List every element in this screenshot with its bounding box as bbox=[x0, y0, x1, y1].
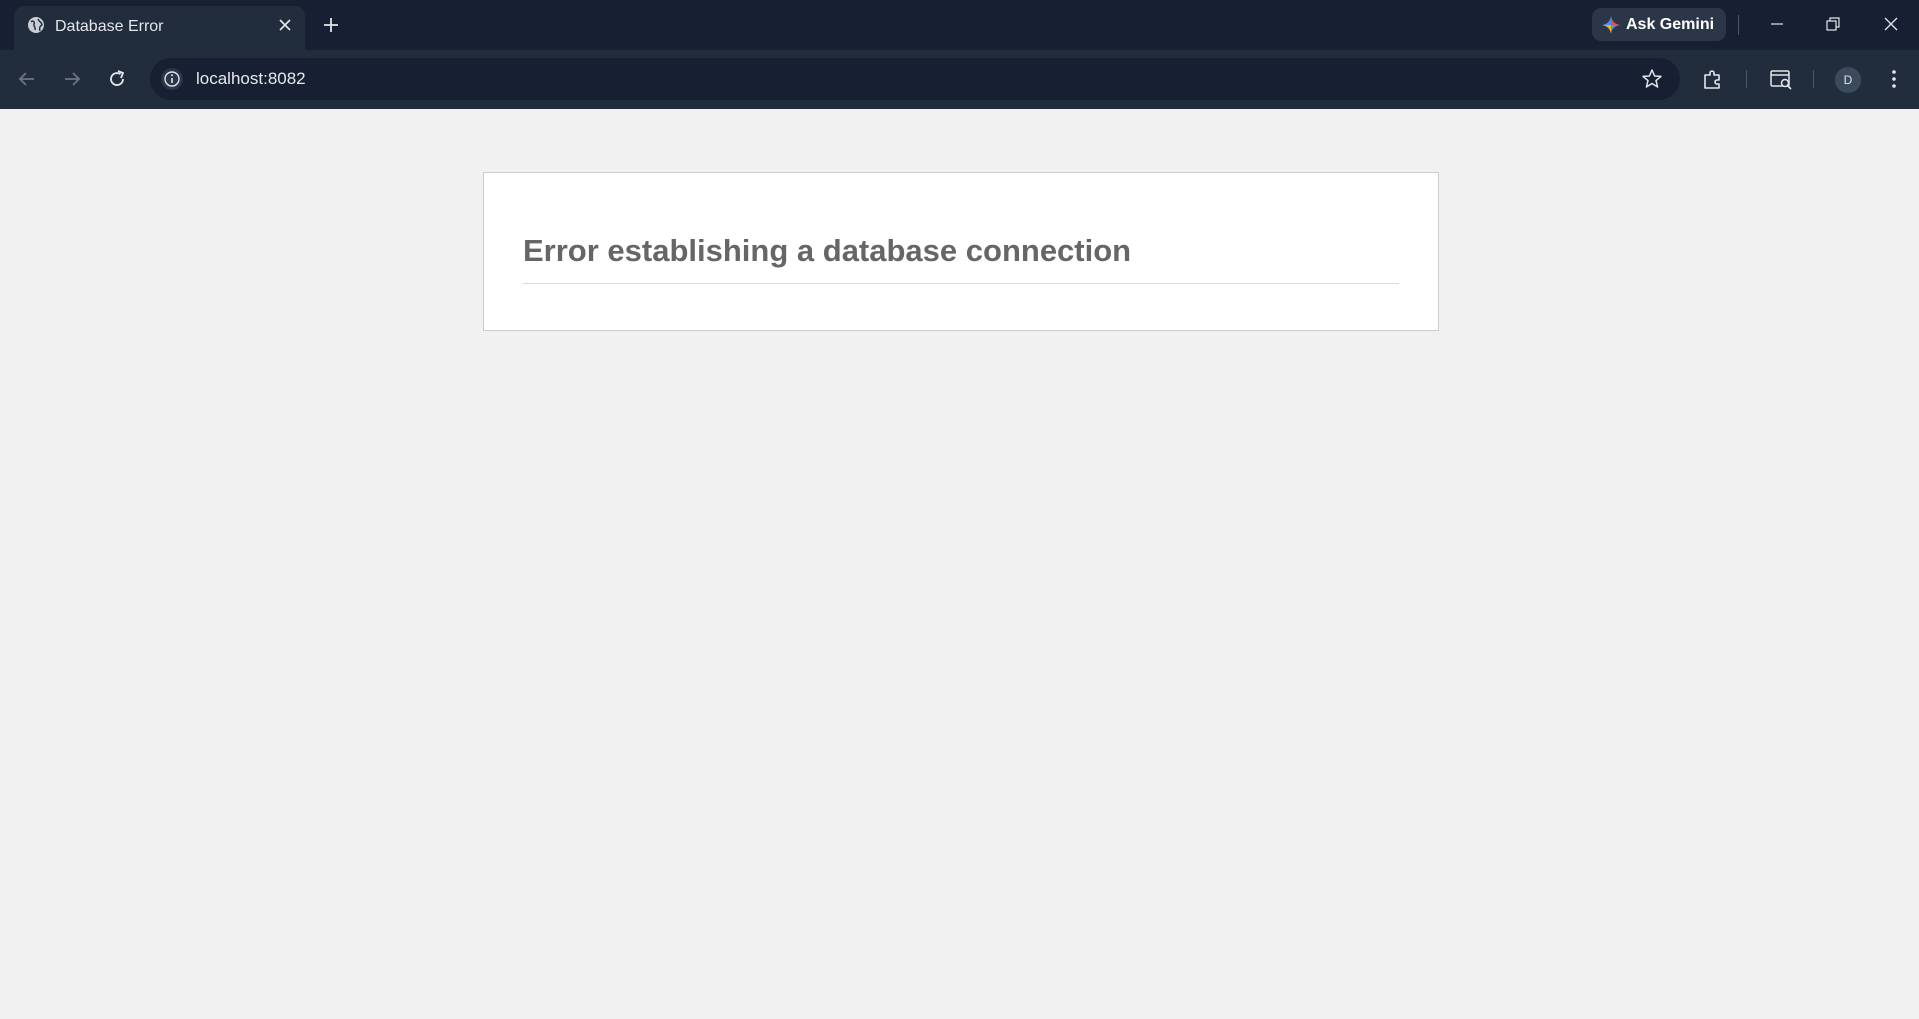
more-menu-icon[interactable] bbox=[1881, 66, 1907, 92]
toolbar-divider bbox=[1746, 70, 1747, 88]
back-arrow-icon[interactable] bbox=[14, 66, 40, 92]
divider bbox=[1738, 15, 1739, 35]
new-tab-icon[interactable] bbox=[319, 13, 343, 37]
bookmark-star-icon[interactable] bbox=[1640, 67, 1664, 91]
site-info-icon[interactable] bbox=[160, 67, 184, 91]
ask-gemini-label: Ask Gemini bbox=[1626, 16, 1715, 33]
profile-avatar[interactable]: D bbox=[1835, 67, 1861, 93]
address-text[interactable]: localhost:8082 bbox=[196, 69, 306, 89]
error-heading: Error establishing a database connection bbox=[523, 233, 1399, 284]
tab-search-icon[interactable] bbox=[1768, 66, 1794, 92]
gemini-sparkle-icon bbox=[1602, 16, 1620, 34]
error-card: Error establishing a database connection bbox=[483, 172, 1439, 331]
globe-icon bbox=[28, 17, 44, 33]
restore-icon[interactable] bbox=[1821, 12, 1845, 36]
extensions-puzzle-icon[interactable] bbox=[1700, 66, 1726, 92]
reload-icon[interactable] bbox=[104, 66, 130, 92]
browser-tab[interactable]: Database Error bbox=[14, 6, 305, 50]
browser-toolbar: localhost:8082 bbox=[0, 50, 1919, 109]
ask-gemini-button[interactable]: Ask Gemini bbox=[1592, 8, 1726, 41]
tab-title: Database Error bbox=[55, 18, 164, 35]
address-bar[interactable]: localhost:8082 bbox=[150, 58, 1680, 100]
close-tab-icon[interactable] bbox=[275, 15, 295, 35]
forward-arrow-icon[interactable] bbox=[59, 66, 85, 92]
close-window-icon[interactable] bbox=[1879, 12, 1903, 36]
minimize-icon[interactable] bbox=[1765, 12, 1789, 36]
toolbar-divider bbox=[1813, 70, 1814, 88]
page-content: Error establishing a database connection bbox=[0, 109, 1919, 1019]
title-bar: Database Error Ask Gemini bbox=[0, 0, 1919, 50]
